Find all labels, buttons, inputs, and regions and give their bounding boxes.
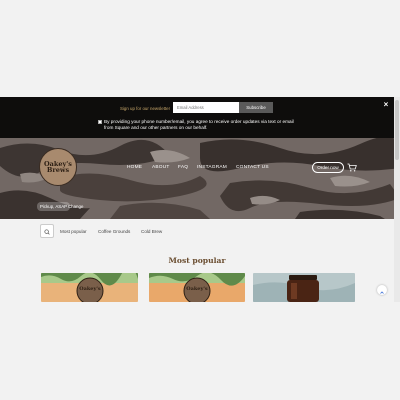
search-icon: [44, 229, 50, 235]
newsletter-label: Sign up for our newsletter: [120, 106, 171, 111]
nav-instagram[interactable]: INSTAGRAM: [197, 165, 227, 170]
brand-logo[interactable]: Oakey's Brews: [39, 148, 77, 186]
filter-coffee-grounds[interactable]: Coffee Grounds: [98, 229, 130, 234]
product-card[interactable]: Oakey's: [41, 273, 138, 302]
logo-text: Oakey's Brews: [44, 160, 72, 174]
scrollbar-thumb[interactable]: [395, 100, 399, 160]
cart-icon[interactable]: [347, 163, 357, 172]
email-field[interactable]: [173, 102, 239, 113]
chevron-icon: [380, 291, 384, 294]
subscribe-button[interactable]: Subscribe: [239, 102, 273, 113]
nav-home[interactable]: HOME: [127, 165, 142, 170]
nav-about[interactable]: ABOUT: [152, 165, 170, 170]
product-image: Oakey's: [149, 273, 245, 302]
change-fulfillment-button[interactable]: Change: [65, 202, 86, 211]
chat-button[interactable]: [377, 285, 387, 295]
close-icon[interactable]: ×: [381, 100, 391, 110]
filter-most-popular[interactable]: Most popular: [60, 229, 87, 234]
svg-text:Oakey's: Oakey's: [186, 286, 208, 292]
product-card[interactable]: [253, 273, 355, 302]
consent-text: By providing your phone number/email, yo…: [104, 118, 294, 131]
product-image: Oakey's: [41, 273, 138, 302]
nav-faq[interactable]: FAQ: [178, 165, 188, 170]
filter-cold-brew[interactable]: Cold Brew: [141, 229, 162, 234]
section-title: Most popular: [168, 256, 226, 265]
consent-checkbox[interactable]: [98, 120, 102, 124]
page: Sign up for our newsletter Subscribe × B…: [0, 0, 400, 400]
nav-contact[interactable]: CONTACT US: [236, 165, 269, 170]
svg-text:Oakey's: Oakey's: [79, 286, 101, 292]
product-card[interactable]: Oakey's: [149, 273, 245, 302]
order-now-button[interactable]: Order now: [312, 162, 344, 173]
search-button[interactable]: [40, 224, 54, 238]
product-image: [253, 273, 355, 302]
